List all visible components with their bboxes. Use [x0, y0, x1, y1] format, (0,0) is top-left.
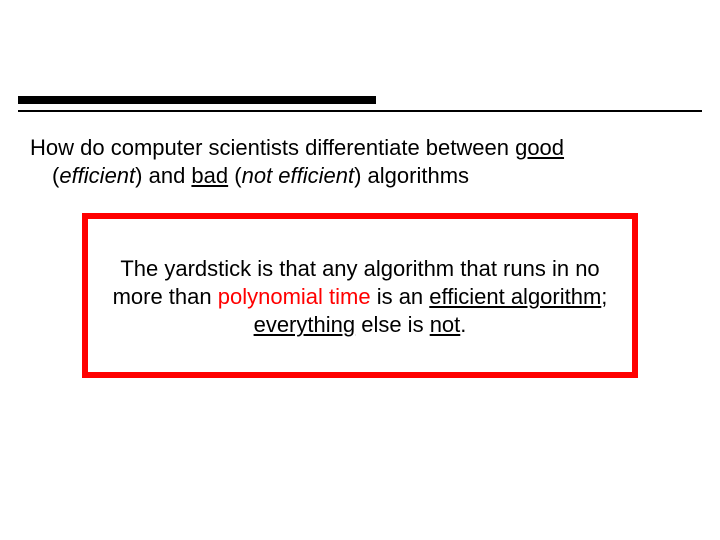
body-text-fragment: (	[228, 163, 241, 188]
underline-good: good	[515, 135, 564, 160]
underline-everything: everything	[254, 312, 356, 337]
underline-not: not	[430, 312, 461, 337]
callout-text-fragment: is an	[371, 284, 430, 309]
callout-text-fragment: ;	[601, 284, 607, 309]
underline-efficient-algorithm: efficient algorithm	[429, 284, 601, 309]
highlight-polynomial-time: polynomial time	[218, 284, 371, 309]
body-text-fragment: ) algorithms	[354, 163, 469, 188]
underline-bad: bad	[191, 163, 228, 188]
body-text-fragment: How do computer scientists differentiate…	[30, 135, 515, 160]
callout-box: The yardstick is that any algorithm that…	[82, 213, 638, 378]
slide: How do computer scientists differentiate…	[0, 0, 720, 540]
callout-text-fragment: The yardstick is that any algorithm that…	[120, 256, 599, 281]
rule-thin	[18, 110, 702, 112]
body-line-2: (efficient) and bad (not efficient) algo…	[30, 162, 690, 190]
rule-thick	[18, 96, 376, 104]
body-text-fragment: ) and	[135, 163, 191, 188]
callout-text-fragment: else is	[355, 312, 430, 337]
body-paragraph: How do computer scientists differentiate…	[30, 134, 690, 189]
italic-not-efficient: not efficient	[242, 163, 355, 188]
callout-text-fragment: more than	[113, 284, 218, 309]
callout-text-fragment: .	[460, 312, 466, 337]
italic-efficient: efficient	[59, 163, 135, 188]
